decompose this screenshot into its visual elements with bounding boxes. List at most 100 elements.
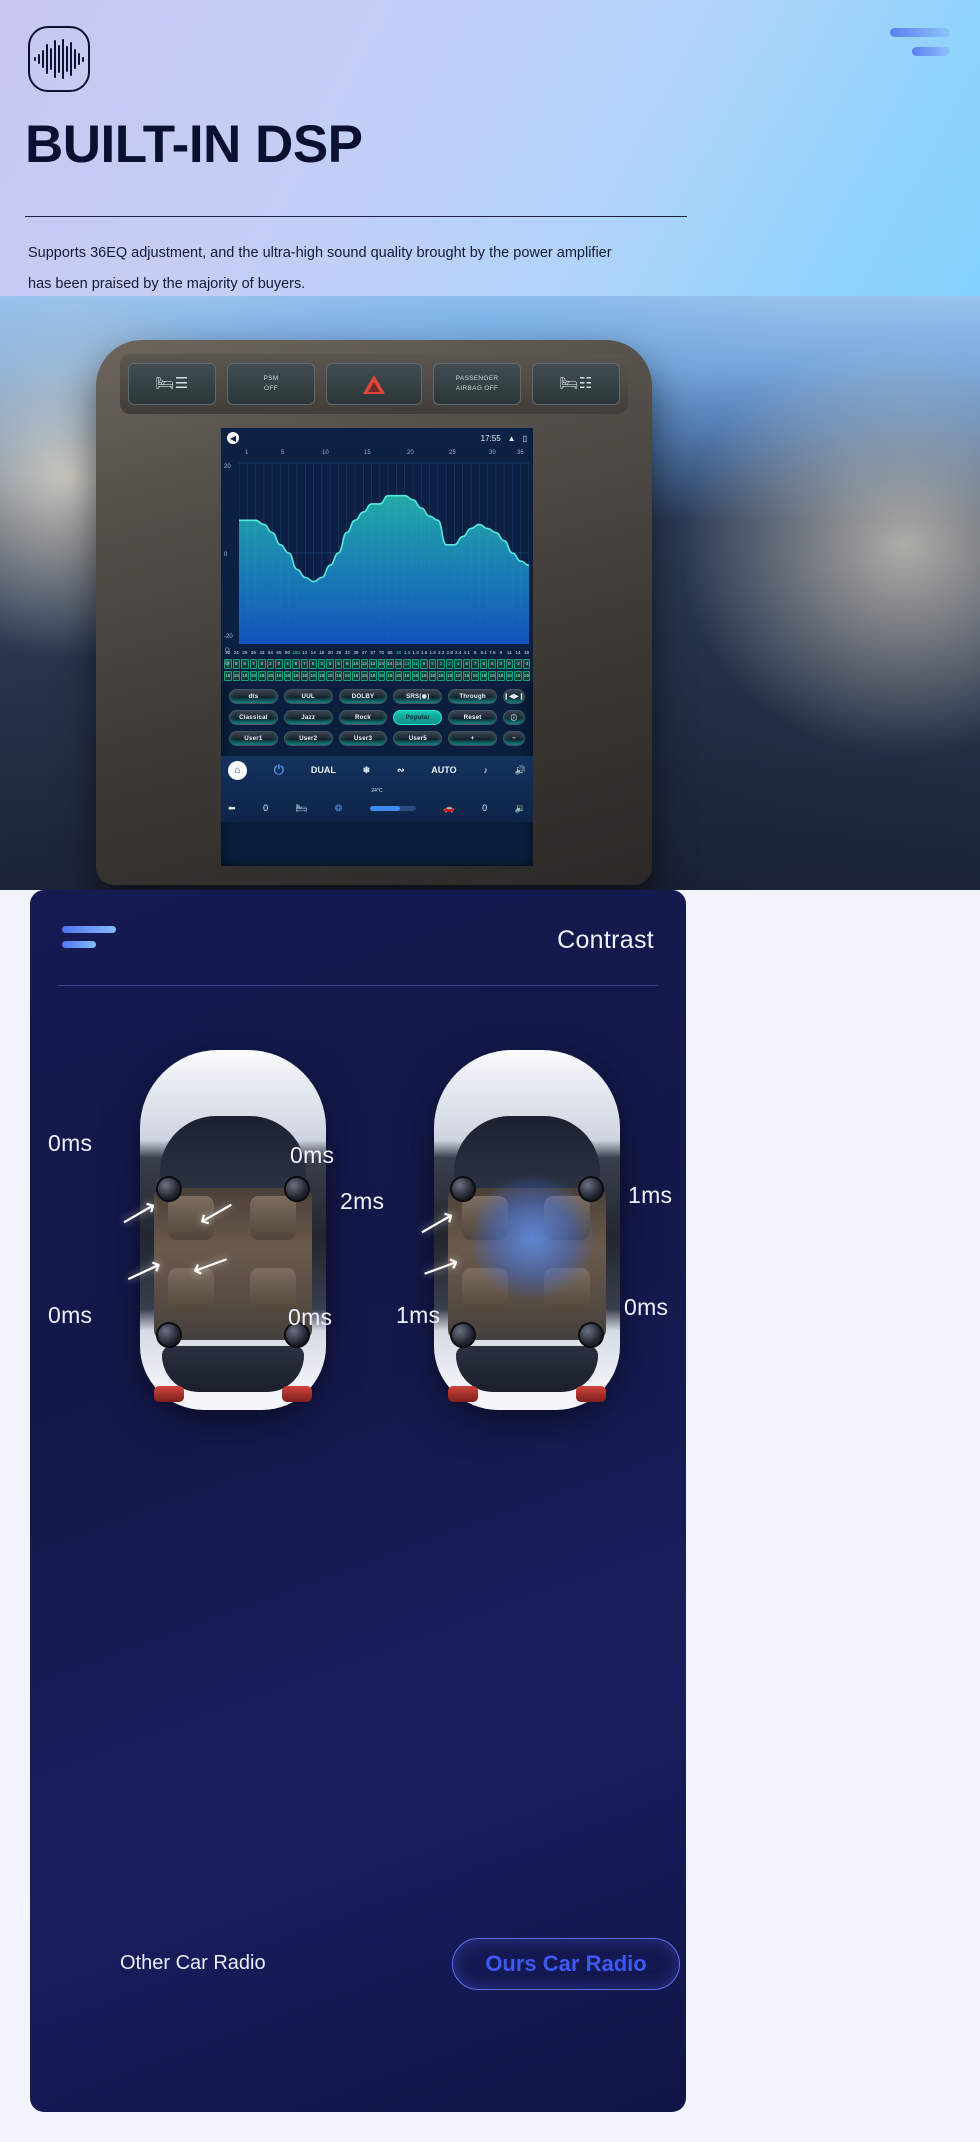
seat-icon[interactable]: 🛏 xyxy=(296,803,307,814)
eq-gain-cell[interactable]: 0 xyxy=(505,658,514,670)
eq-gain-cell[interactable]: 7 xyxy=(249,658,258,670)
preset-reset-button[interactable]: Reset xyxy=(448,710,497,726)
eq-gain-cell[interactable]: 8 xyxy=(232,658,241,670)
eq-q-cell[interactable]: 16 xyxy=(420,671,428,682)
eq-gain-cell[interactable]: 8 xyxy=(241,658,249,670)
eq-gain-cell[interactable]: -2 xyxy=(514,658,522,670)
eq-q-cell[interactable]: 16 xyxy=(437,671,445,682)
rear-defrost-icon[interactable]: ∾ xyxy=(397,765,405,776)
eq-gain-cell[interactable]: 13 xyxy=(403,658,411,670)
eq-gain-cell[interactable]: 6 xyxy=(462,658,471,670)
back-arrow-icon[interactable]: ⬅ xyxy=(228,803,236,814)
eq-q-cell[interactable]: 16 xyxy=(292,671,300,682)
eq-q-cell[interactable]: 16 xyxy=(479,671,488,682)
eq-gain-cell[interactable]: 2 xyxy=(445,658,454,670)
snowflake-icon[interactable]: ❄ xyxy=(363,765,371,776)
eq-q-cell[interactable]: 16 xyxy=(377,671,386,682)
eq-gain-cell[interactable]: 9 xyxy=(420,658,428,670)
eq-q-cell[interactable]: 16 xyxy=(454,671,462,682)
eq-gain-cells[interactable]: 8 8 8 7 5 2 0 4 0 7 6 3 0 5 8 10 12 12 14 14 14 13 11 9 8 2 2 4 6 7 6 5… xyxy=(221,657,533,671)
eq-q-cell[interactable]: 16 xyxy=(275,671,283,682)
eq-gain-cell[interactable]: 2 xyxy=(437,658,445,670)
hamburger-menu-icon[interactable] xyxy=(890,28,950,66)
preset-jazz-button[interactable]: Jazz xyxy=(283,710,333,726)
dsp-screen[interactable]: ◀ 17:55 ▲ ▯ 1 5 10 15 20 25 30 36 20 0 -… xyxy=(221,428,533,866)
eq-q-cell[interactable]: 16 xyxy=(403,671,411,682)
eq-q-cell[interactable]: 16 xyxy=(224,671,232,682)
eq-gain-cell[interactable]: 11 xyxy=(411,658,420,670)
seat-heater-button[interactable]: 🛏☰ xyxy=(128,363,216,405)
eq-q-cell[interactable]: 16 xyxy=(445,671,454,682)
preset-user5-button[interactable]: User5 xyxy=(393,731,443,747)
fan-speed-slider[interactable] xyxy=(369,805,416,811)
eq-gain-cell[interactable]: 8 xyxy=(428,658,437,670)
volume-down-icon[interactable]: 🔉 xyxy=(515,803,526,814)
eq-q-cell[interactable]: 16 xyxy=(386,671,394,682)
preset-dts-button[interactable]: dts xyxy=(229,689,278,705)
eq-q-cell[interactable]: 16 xyxy=(343,671,351,682)
eq-graph[interactable]: 1 5 10 15 20 25 30 36 20 0 -20 xyxy=(221,448,533,648)
left-temp-value[interactable]: 0 xyxy=(263,803,268,813)
seat-heat-icon[interactable]: ♪ xyxy=(483,765,488,775)
preset-user1-button[interactable]: User1 xyxy=(229,731,278,747)
airbag-off-button[interactable]: PASSENGER AIRBAG OFF xyxy=(433,363,521,405)
dsp-preset-panel[interactable]: dts UUL DOLBY SRS(◉) Through ❙◀▶❙ Classical Ja… xyxy=(221,682,533,756)
preset-dolby-button[interactable]: DOLBY xyxy=(338,689,388,705)
eq-q-cell[interactable]: 16 xyxy=(249,671,258,682)
hazard-button[interactable] xyxy=(326,363,422,405)
eq-q-cell[interactable]: 16 xyxy=(258,671,266,682)
eq-gain-cell[interactable]: 2 xyxy=(266,658,275,670)
home-icon[interactable]: ⌂ xyxy=(228,760,247,780)
eq-gain-cell[interactable]: 0 xyxy=(326,658,334,670)
preset-user3-button[interactable]: User3 xyxy=(338,731,388,747)
eq-gain-cell[interactable]: 3 xyxy=(497,658,505,670)
preset-uul-button[interactable]: UUL xyxy=(283,689,333,705)
eq-gain-cell[interactable]: 6 xyxy=(479,658,488,670)
power-icon[interactable]: ⏻ xyxy=(274,762,284,778)
preset--button[interactable]: + xyxy=(448,731,497,747)
ours-car-button[interactable]: Ours Car Radio xyxy=(452,1938,680,1990)
eq-gain-cell[interactable]: 10 xyxy=(351,658,360,670)
climate-control-bar[interactable]: ⌂ ⏻ DUAL ❄ ∾ AUTO ♪ 🔊 24°C ⬅ 0 🛏 ❂ 🚗 0 🔉 xyxy=(221,756,533,823)
preset-user2-button[interactable]: User2 xyxy=(283,731,333,747)
eq-gain-cell[interactable]: 7 xyxy=(471,658,479,670)
eq-gain-cell[interactable]: 4 xyxy=(283,658,292,670)
preset-popular-button[interactable]: Popular xyxy=(393,710,443,726)
eq-q-cell[interactable]: 16 xyxy=(232,671,241,682)
eq-q-cell[interactable]: 16 xyxy=(283,671,292,682)
psm-off-button[interactable]: PSM OFF xyxy=(227,363,315,405)
eq-gain-cell[interactable]: 14 xyxy=(377,658,386,670)
eq-q-cell[interactable]: 16 xyxy=(351,671,360,682)
eq-q-cell[interactable]: 16 xyxy=(394,671,403,682)
eq-q-cell[interactable]: 16 xyxy=(369,671,377,682)
eq-q-cell[interactable]: 16 xyxy=(241,671,249,682)
eq-q-cell[interactable]: 16 xyxy=(462,671,471,682)
eq-gain-cell[interactable]: 3 xyxy=(317,658,326,670)
eq-gain-cell[interactable]: -3 xyxy=(522,658,531,670)
eq-q-cell[interactable]: 16 xyxy=(497,671,505,682)
eq-gain-cell[interactable]: 14 xyxy=(394,658,403,670)
preset--button[interactable]: − xyxy=(502,731,525,747)
volume-up-icon[interactable]: 🔊 xyxy=(515,765,526,776)
eq-q-cell[interactable]: 16 xyxy=(428,671,437,682)
preset--button[interactable]: ❙◀▶❙ xyxy=(502,689,525,705)
preset-through-button[interactable]: Through xyxy=(448,689,497,705)
eq-gain-cell[interactable]: 5 xyxy=(334,658,343,670)
preset-classical-button[interactable]: Classical xyxy=(229,710,278,726)
eq-gain-cell[interactable]: 0 xyxy=(275,658,283,670)
eq-q-cell[interactable]: 16 xyxy=(514,671,522,682)
eq-q-cell[interactable]: 16 xyxy=(317,671,326,682)
eq-q-cells[interactable]: 16 16 16 16 16 16 16 16 16 16 16 16 16 16 16 16 16 16 16 16… xyxy=(221,670,533,683)
eq-q-cell[interactable]: 16 xyxy=(326,671,334,682)
eq-q-cell[interactable]: 16 xyxy=(309,671,317,682)
eq-gain-cell[interactable]: 6 xyxy=(309,658,317,670)
eq-q-cell[interactable]: 16 xyxy=(471,671,479,682)
eq-q-cell[interactable]: 16 xyxy=(505,671,514,682)
recirculation-icon[interactable]: 🚗 xyxy=(443,803,454,814)
preset-rock-button[interactable]: Rock xyxy=(338,710,388,726)
eq-q-cell[interactable]: 16 xyxy=(300,671,309,682)
fan-icon[interactable]: ❂ xyxy=(335,803,343,814)
eq-gain-cell[interactable]: 0 xyxy=(292,658,300,670)
seat-vent-button[interactable]: 🛏☷ xyxy=(532,363,620,405)
eq-q-cell[interactable]: 16 xyxy=(266,671,275,682)
